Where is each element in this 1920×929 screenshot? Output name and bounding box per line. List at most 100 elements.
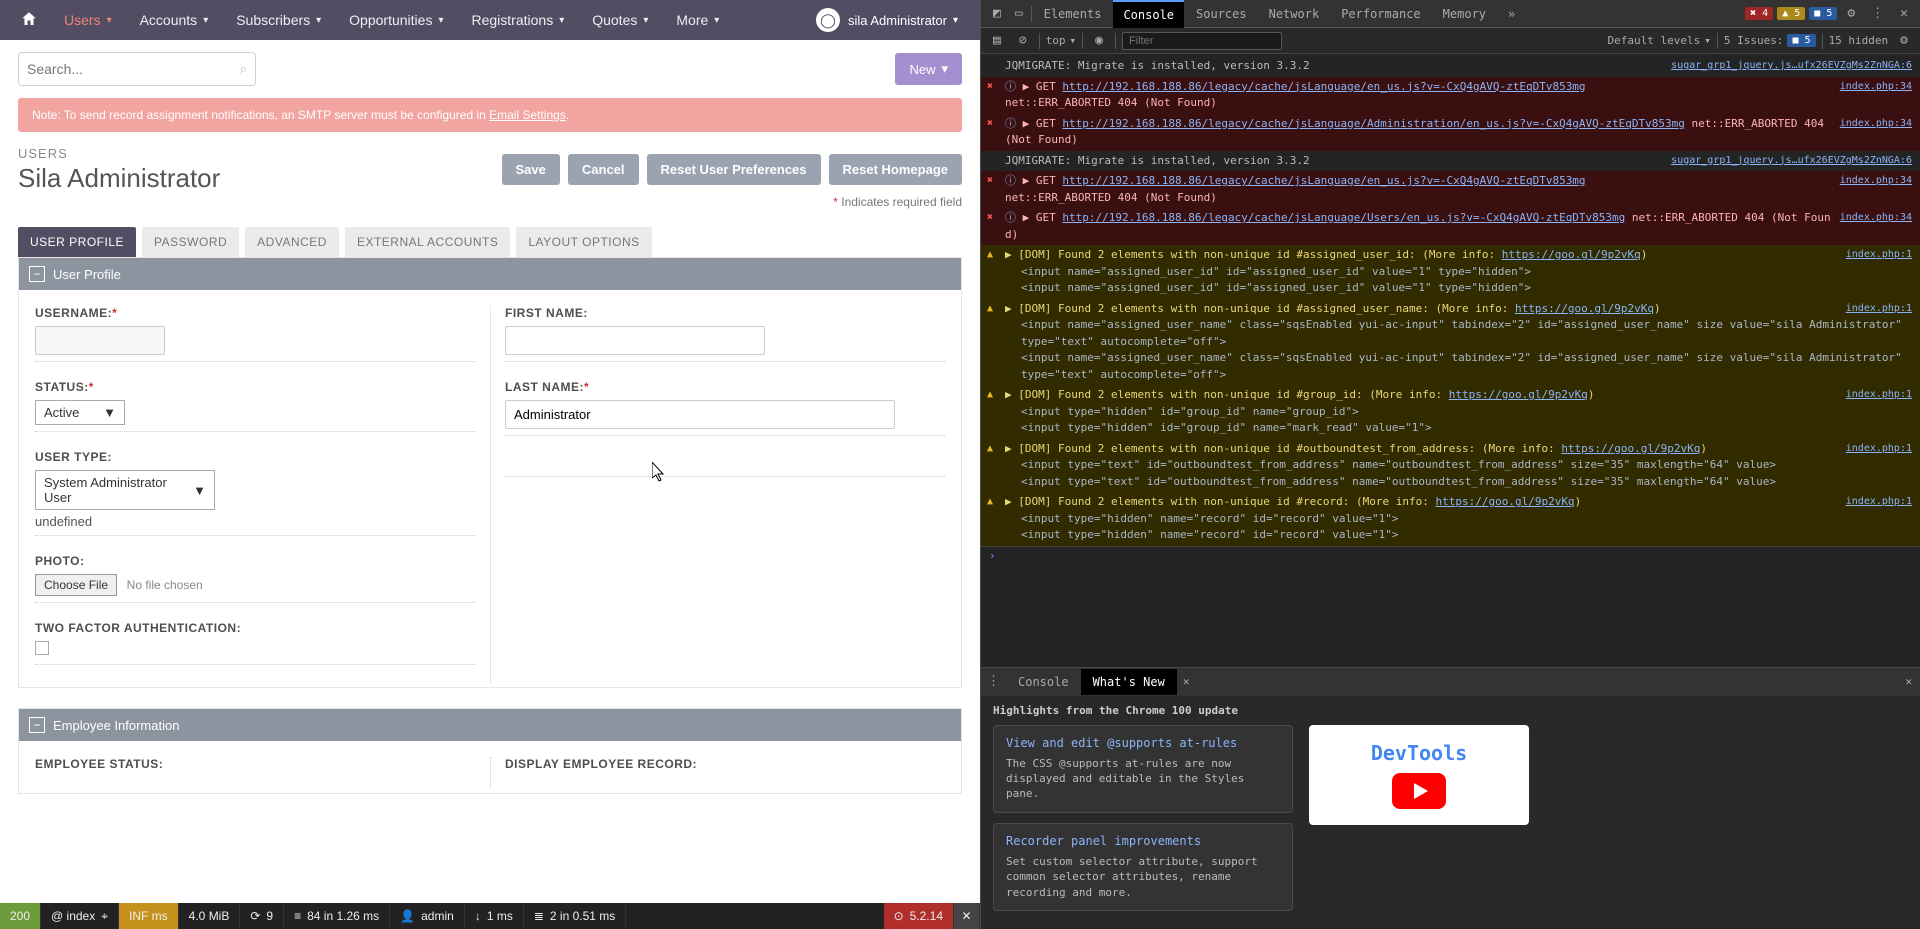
nav-opportunities[interactable]: Opportunities▾	[335, 0, 457, 40]
gear-icon[interactable]: ⚙	[1894, 29, 1914, 52]
reset-prefs-button[interactable]: Reset User Preferences	[647, 154, 821, 185]
collapse-icon[interactable]: −	[29, 266, 45, 282]
search-field[interactable]	[27, 61, 240, 77]
email-settings-link[interactable]: Email Settings	[489, 108, 566, 122]
search-icon[interactable]: ⌕	[240, 61, 247, 77]
home-icon[interactable]	[8, 2, 50, 39]
error-badge[interactable]: ✖ 4	[1745, 7, 1773, 20]
source-link[interactable]: index.php:1	[1846, 247, 1912, 262]
log-row: ▲index.php:1▶ [DOM] Found 2 elements wit…	[981, 245, 1920, 299]
user-seg[interactable]: 👤admin	[390, 903, 465, 929]
live-expression-icon[interactable]: ◉	[1089, 29, 1109, 52]
chevron-down-icon: ▾	[559, 15, 564, 26]
status-code[interactable]: 200	[0, 903, 41, 929]
console-filter[interactable]	[1122, 32, 1282, 50]
search-input[interactable]: ⌕	[18, 52, 256, 86]
status-select[interactable]: Active▼	[35, 400, 125, 425]
whatsnew-card[interactable]: Recorder panel improvements Set custom s…	[993, 823, 1293, 911]
photo-label: PHOTO:	[35, 554, 475, 568]
lastname-input[interactable]	[505, 400, 895, 429]
kebab-icon[interactable]: ⋮	[981, 670, 1006, 693]
hidden-count[interactable]: 15 hidden	[1829, 34, 1889, 47]
tab-layout-options[interactable]: LAYOUT OPTIONS	[516, 227, 651, 257]
undefined-text: undefined	[35, 514, 475, 529]
source-link[interactable]: sugar_grp1_jquery.js…ufx26EVZgMs2ZnNGA:6	[1671, 58, 1912, 73]
tab-more[interactable]: »	[1498, 1, 1525, 27]
mem-seg[interactable]: 4.0 MiB	[179, 903, 241, 929]
save-button[interactable]: Save	[502, 154, 560, 185]
username-input[interactable]	[35, 326, 165, 355]
tab-console[interactable]: Console	[1113, 0, 1184, 28]
close-devtools-icon[interactable]: ✕	[1894, 2, 1914, 25]
cancel-button[interactable]: Cancel	[568, 154, 639, 185]
whatsnew-card[interactable]: View and edit @supports at-rules The CSS…	[993, 725, 1293, 813]
collapse-icon[interactable]: −	[29, 717, 45, 733]
tab-performance[interactable]: Performance	[1331, 1, 1430, 27]
usertype-select[interactable]: System Administrator User▼	[35, 470, 215, 510]
clear-console-icon[interactable]: ⊘	[1013, 29, 1033, 52]
nav-more[interactable]: More▾	[662, 0, 733, 40]
nav-quotes[interactable]: Quotes▾	[578, 0, 662, 40]
kebab-icon[interactable]: ⋮	[1865, 2, 1890, 25]
firstname-input[interactable]	[505, 326, 765, 355]
panel-header[interactable]: − Employee Information	[19, 709, 961, 741]
tab-memory[interactable]: Memory	[1433, 1, 1496, 27]
source-link[interactable]: sugar_grp1_jquery.js…ufx26EVZgMs2ZnNGA:6	[1671, 153, 1912, 168]
close-drawer-icon[interactable]: ✕	[1897, 675, 1920, 688]
console-prompt[interactable]: ›	[981, 546, 1920, 564]
device-toggle-icon[interactable]: ▭	[1009, 2, 1029, 25]
disprec-label: DISPLAY EMPLOYEE RECORD:	[505, 757, 945, 771]
nav-users[interactable]: Users▾	[50, 0, 126, 40]
chevron-down-icon: ▾	[316, 15, 321, 26]
close-tab-icon[interactable]: ✕	[1179, 675, 1194, 688]
source-link[interactable]: index.php:1	[1846, 387, 1912, 402]
source-link[interactable]: index.php:1	[1846, 494, 1912, 509]
refresh-icon: ⟳	[250, 909, 260, 923]
database-icon: ≡	[294, 909, 301, 923]
tab-elements[interactable]: Elements	[1034, 1, 1112, 27]
source-link[interactable]: index.php:34	[1840, 173, 1912, 188]
log-levels[interactable]: Default levels ▾	[1608, 34, 1711, 47]
db-seg[interactable]: ≡84 in 1.26 ms	[284, 903, 390, 929]
gear-icon[interactable]: ⚙	[1841, 2, 1861, 25]
drawer-tab-console[interactable]: Console	[1006, 669, 1081, 695]
tab-user-profile[interactable]: USER PROFILE	[18, 227, 136, 257]
close-debugbar[interactable]: ✕	[954, 903, 980, 929]
nav-accounts[interactable]: Accounts▾	[126, 0, 223, 40]
chevron-down-icon: ▾	[107, 15, 112, 26]
tab-password[interactable]: PASSWORD	[142, 227, 239, 257]
warn-badge[interactable]: ▲ 5	[1777, 7, 1805, 20]
source-link[interactable]: index.php:1	[1846, 441, 1912, 456]
source-link[interactable]: index.php:34	[1840, 116, 1912, 131]
context-selector[interactable]: top ▾	[1046, 34, 1077, 47]
nav-registrations[interactable]: Registrations▾	[457, 0, 578, 40]
user-menu[interactable]: ◯ sila Administrator ▾	[816, 8, 972, 32]
cache-seg[interactable]: ≣2 in 0.51 ms	[524, 903, 626, 929]
inspect-icon[interactable]: ◩	[987, 2, 1007, 25]
video-thumbnail[interactable]: DevTools	[1309, 725, 1529, 825]
reset-home-button[interactable]: Reset Homepage	[829, 154, 962, 185]
nav-subscribers[interactable]: Subscribers▾	[222, 0, 335, 40]
ajax-seg[interactable]: ⟳9	[240, 903, 284, 929]
new-button[interactable]: New▾	[895, 53, 962, 85]
sf-seg[interactable]: ⊙5.2.14	[884, 903, 954, 929]
msg-badge[interactable]: ■ 5	[1809, 7, 1837, 20]
chevron-down-icon: ▾	[953, 15, 958, 26]
source-link[interactable]: index.php:1	[1846, 301, 1912, 316]
time-seg[interactable]: ↓1 ms	[465, 903, 524, 929]
inf-seg[interactable]: INF ms	[119, 903, 179, 929]
issues-link[interactable]: 5 Issues: ■ 5	[1724, 34, 1816, 47]
source-link[interactable]: index.php:34	[1840, 210, 1912, 225]
user-icon: 👤	[400, 909, 415, 923]
route-seg[interactable]: @ index⌖	[41, 903, 119, 929]
drawer-tab-whatsnew[interactable]: What's New	[1081, 669, 1177, 695]
twofa-checkbox[interactable]	[35, 641, 49, 655]
tab-advanced[interactable]: ADVANCED	[245, 227, 339, 257]
panel-header[interactable]: − User Profile	[19, 258, 961, 290]
sidebar-toggle-icon[interactable]: ▤	[987, 29, 1007, 52]
choose-file-button[interactable]: Choose File	[35, 574, 117, 596]
tab-external-accounts[interactable]: EXTERNAL ACCOUNTS	[345, 227, 510, 257]
tab-sources[interactable]: Sources	[1186, 1, 1257, 27]
tab-network[interactable]: Network	[1259, 1, 1330, 27]
source-link[interactable]: index.php:34	[1840, 79, 1912, 94]
